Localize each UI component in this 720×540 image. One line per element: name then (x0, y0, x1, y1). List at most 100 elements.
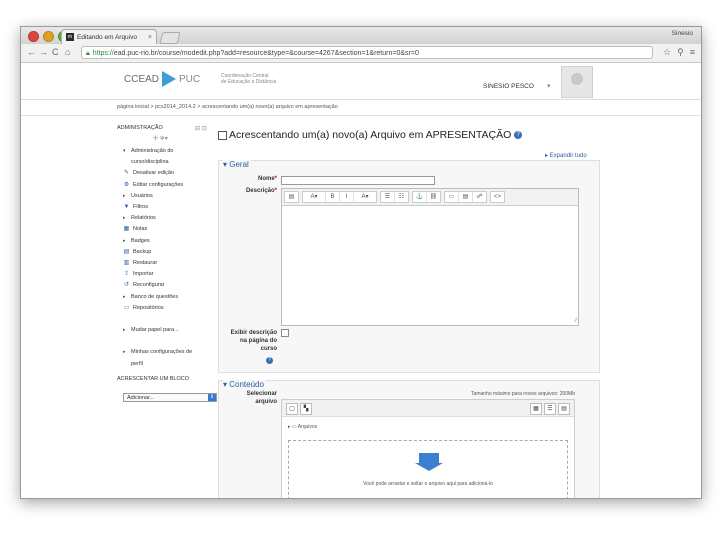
menu-icon[interactable]: ≡ (690, 47, 695, 58)
help-icon[interactable]: ? (266, 357, 273, 364)
web-page: CCEAD PUC Coordenação Central de Educaçã… (21, 63, 701, 498)
chevron-right-icon: ▸ (123, 327, 126, 334)
sidebar-item[interactable]: ▸ Usuários (123, 191, 231, 202)
file-manager: ▢ ▚ ▦ ☰ ▤ ▸ ▭ Arquivos Você pode arrasta… (281, 399, 575, 498)
sidebar-item[interactable]: ▸ Banco de questões (123, 291, 231, 302)
bold-icon[interactable]: B (326, 192, 340, 202)
logo-puc: PUC (179, 73, 201, 85)
block-move-icon[interactable]: ✢ ✲▾ (153, 135, 168, 142)
view-icons-icon[interactable]: ▦ (530, 403, 542, 415)
sidebar-item[interactable]: ✎ Desativar edição (123, 168, 231, 179)
general-legend[interactable]: ▾ Geral (223, 160, 251, 169)
expand-all-link[interactable]: ▸ Expandir tudo (545, 152, 587, 159)
sidebar-item[interactable]: ↺ Reconfigurar (123, 280, 231, 291)
chevron-right-icon: ▸ (123, 293, 126, 300)
select-files-label: Selecionar arquivo (246, 391, 277, 405)
add-block-select[interactable]: Adicionar... ⇕ (123, 393, 217, 402)
browser-tab[interactable]: m Editando em Arquivo × (61, 29, 157, 44)
close-window-button[interactable] (28, 31, 39, 42)
sidebar-item-label: Minhas configurações de (131, 349, 193, 356)
file-path[interactable]: ▸ ▭ Arquivos (288, 424, 317, 430)
avatar[interactable] (561, 66, 593, 98)
sidebar-item[interactable]: ▼ Filtros (123, 202, 231, 213)
sidebar-item[interactable]: ▭ Repositórios (123, 303, 231, 314)
sidebar-item[interactable]: ⇪ Importar (123, 269, 231, 280)
view-tree-icon[interactable]: ▤ (558, 403, 570, 415)
sidebar-item-label: curso/disciplina (131, 159, 169, 166)
description-editor[interactable]: ▤ A▾ B I A▾ ☰ ☷ ⚓ ⛓ ▭ ▤ ☍ <> ⁄⁄ (281, 188, 579, 326)
toolbar-toggle-icon[interactable]: ▤ (285, 192, 298, 202)
browser-window: m Editando em Arquivo × Sinesio ← → C ⌂ … (20, 26, 702, 499)
sidebar-item[interactable]: ▸ Badges (123, 236, 231, 247)
profile-badge[interactable]: Sinesio (672, 30, 693, 37)
font-color-icon[interactable]: A▾ (354, 192, 376, 202)
help-icon[interactable]: ? (514, 131, 523, 140)
reload-button[interactable]: C (52, 47, 59, 57)
link-icon[interactable]: ⚓ (413, 192, 427, 202)
ordered-list-icon[interactable]: ☷ (395, 192, 408, 202)
sidebar-item-label: Desativar edição (133, 170, 174, 177)
sidebar-item-label: Filtros (133, 204, 148, 211)
add-file-icon[interactable]: ▢ (286, 403, 298, 415)
sidebar-item-label: Editar configurações (133, 181, 184, 188)
italic-icon[interactable]: I (340, 192, 354, 202)
sidebar-item-label: Backup (133, 248, 152, 255)
media-icon[interactable]: ▤ (459, 192, 473, 202)
sidebar-item[interactable]: ▤ Backup (123, 247, 231, 258)
breadcrumb[interactable]: página inicial > pcs2014_2014.2 > acresc… (117, 104, 338, 110)
sidebar-item-icon: ▤ (123, 248, 130, 255)
user-name[interactable]: SINESIO PESCO (483, 83, 534, 90)
sidebar-item[interactable]: ▾ Administração do (123, 146, 231, 157)
site-logo[interactable]: CCEAD PUC (124, 71, 200, 87)
resize-handle-icon[interactable]: ⁄⁄ (575, 318, 577, 324)
sidebar-item-label: Badges (131, 237, 150, 244)
sidebar-item[interactable]: curso/disciplina (123, 157, 231, 168)
resource-icon (218, 130, 227, 140)
sidebar-item-label: Reconfigurar (133, 282, 165, 289)
tab-close-icon[interactable]: × (148, 34, 152, 41)
minimize-window-button[interactable] (43, 31, 54, 42)
admin-tree: ▾ Administração do curso/disciplina ✎ Desati… (123, 146, 231, 370)
file-manager-icon[interactable]: ☍ (473, 192, 486, 202)
create-folder-icon[interactable]: ▚ (300, 403, 312, 415)
sidebar-item-label: Usuários (131, 192, 153, 199)
show-description-label: Exibir descrição na página do curso (230, 330, 277, 352)
drop-zone-text: Você pode arrastar e soltar o arquivo aq… (363, 481, 493, 487)
unordered-list-icon[interactable]: ☰ (381, 192, 395, 202)
address-bar[interactable]: 🔒︎ https://ead.puc-rio.br/course/modedit.… (81, 46, 653, 59)
star-icon[interactable]: ☆ (663, 47, 671, 58)
chevron-right-icon: ▸ (123, 237, 126, 244)
sidebar-item-icon: ▦ (123, 226, 130, 233)
drop-zone[interactable]: Você pode arrastar e soltar o arquivo aq… (288, 440, 568, 498)
sidebar-item (123, 314, 231, 325)
name-input[interactable] (281, 176, 435, 185)
unlink-icon[interactable]: ⛓ (427, 192, 440, 202)
sidebar-item[interactable]: perfil (123, 359, 231, 370)
sidebar-item[interactable]: ▸ Minhas configurações de (123, 347, 231, 358)
page-title-text: Acrescentando um(a) novo(a) Arquivo em A… (229, 129, 512, 141)
sidebar-item[interactable]: ▥ Restaurar (123, 258, 231, 269)
block-dock-icon[interactable]: ⊟ ⊡ (195, 125, 207, 132)
html-icon[interactable]: <> (491, 192, 504, 202)
new-tab-button[interactable] (159, 32, 181, 44)
sidebar-item[interactable]: ▦ Notas (123, 224, 231, 235)
select-arrow-icon: ⇕ (208, 394, 216, 401)
user-menu-chevron-icon[interactable]: ▾ (547, 82, 551, 90)
divider (21, 115, 701, 116)
forward-button[interactable]: → (39, 47, 48, 57)
image-icon[interactable]: ▭ (445, 192, 459, 202)
sidebar-item[interactable]: ▸ Relatórios (123, 213, 231, 224)
view-details-icon[interactable]: ☰ (544, 403, 556, 415)
show-description-checkbox[interactable] (281, 329, 289, 337)
sidebar-item[interactable]: ⚙ Editar configurações (123, 180, 231, 191)
content-legend[interactable]: ▾ Conteúdo (223, 380, 266, 389)
search-icon[interactable]: ⚲ (677, 47, 684, 58)
logo-subtitle: Coordenação Central de Educação a Distân… (221, 73, 276, 85)
admin-block: ADMINISTRAÇÃO ⊟ ⊡ ✢ ✲▾ ▾ Administração do… (117, 125, 229, 367)
sidebar-item-label: Restaurar (133, 259, 158, 266)
sidebar-item[interactable]: ▸ Mudar papel para... (123, 325, 231, 336)
home-button[interactable]: ⌂ (65, 47, 70, 57)
back-button[interactable]: ← (27, 47, 36, 57)
logo-text: CCEAD (124, 73, 160, 85)
paragraph-style-icon[interactable]: A▾ (303, 192, 326, 202)
